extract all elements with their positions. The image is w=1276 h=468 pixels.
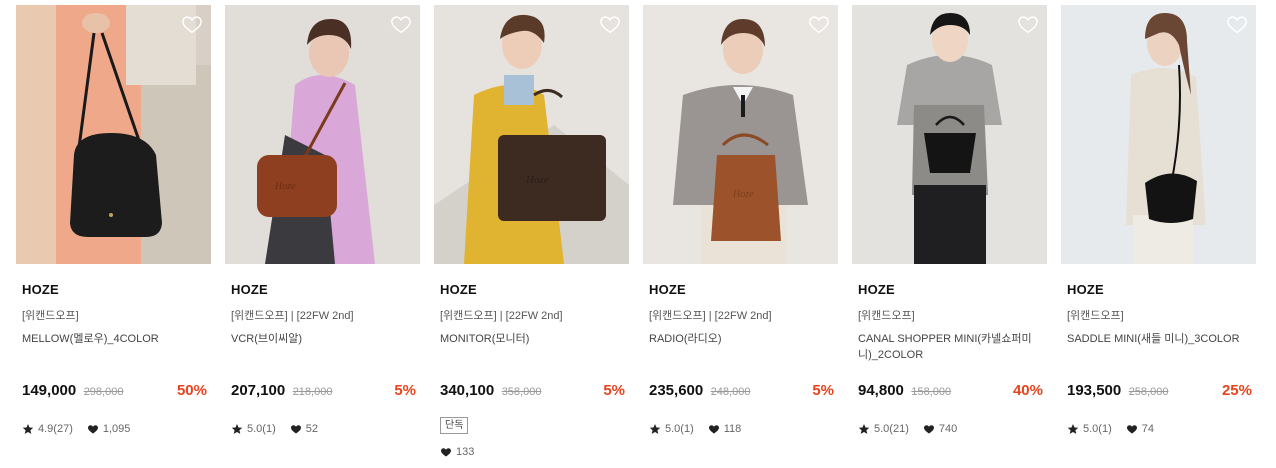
heart-icon — [708, 423, 720, 435]
price-row: 340,100 358,000 5% — [440, 382, 625, 402]
brand-name: HOZE — [440, 282, 477, 297]
rating-text: 5.0(1) — [247, 423, 276, 435]
bag-logo: Hoze — [274, 181, 296, 192]
sale-price: 193,500 — [1067, 382, 1122, 399]
heart-icon — [1126, 423, 1138, 435]
product-photo — [852, 5, 1047, 264]
product-stats: 133 — [440, 446, 474, 458]
discount-rate: 5% — [394, 382, 416, 399]
wishlist-heart-icon[interactable] — [1226, 13, 1248, 35]
heart-icon — [290, 423, 302, 435]
brand-name: HOZE — [858, 282, 895, 297]
brand-name: HOZE — [649, 282, 686, 297]
product-image[interactable] — [1061, 5, 1256, 264]
sale-price: 340,100 — [440, 382, 495, 399]
sale-price: 235,600 — [649, 382, 704, 399]
promo-tag: [위캔드오프] — [22, 310, 79, 322]
product-card[interactable]: HOZE [위캔드오프] CANAL SHOPPER MINI(카넬쇼퍼미니)_… — [852, 5, 1047, 465]
rating-text: 5.0(21) — [874, 423, 909, 435]
wishlist-heart-icon[interactable] — [181, 13, 203, 35]
wishlist-heart-icon[interactable] — [1017, 13, 1039, 35]
like-count: 52 — [305, 423, 318, 435]
promo-tag: [위캔드오프] — [1067, 310, 1124, 322]
product-image[interactable] — [852, 5, 1047, 264]
wishlist-heart-icon[interactable] — [599, 13, 621, 35]
brand-name: HOZE — [1067, 282, 1104, 297]
rating-text: 4.9(27) — [38, 423, 73, 435]
sale-price: 149,000 — [22, 382, 77, 399]
price-row: 149,000 298,000 50% — [22, 382, 207, 402]
brand-name: HOZE — [22, 282, 59, 297]
product-name[interactable]: SADDLE MINI(새들 미니)_3COLOR — [1067, 331, 1252, 347]
price-row: 207,100 218,000 5% — [231, 382, 416, 402]
product-photo: Hoze — [643, 5, 838, 264]
promo-tag: [위캔드오프] | [22FW 2nd] — [649, 310, 772, 322]
promo-tag: [위캔드오프] | [22FW 2nd] — [231, 310, 354, 322]
product-image[interactable] — [16, 5, 211, 264]
original-price: 218,000 — [292, 386, 333, 398]
discount-rate: 5% — [603, 382, 625, 399]
product-name[interactable]: MELLOW(멜로우)_4COLOR — [22, 331, 207, 347]
product-image[interactable]: Hoze — [643, 5, 838, 264]
promo-tag: [위캔드오프] | [22FW 2nd] — [440, 310, 563, 322]
bag-logo: Hoze — [525, 174, 549, 186]
product-card[interactable]: HOZE [위캔드오프] MELLOW(멜로우)_4COLOR 149,000 … — [16, 5, 211, 465]
bag-logo: Hoze — [732, 189, 754, 200]
product-name[interactable]: CANAL SHOPPER MINI(카넬쇼퍼미니)_2COLOR — [858, 331, 1043, 363]
product-stats: 5.0(1) 118 — [649, 423, 741, 435]
discount-rate: 50% — [176, 382, 207, 399]
rating-text: 5.0(1) — [1083, 423, 1112, 435]
price-row: 235,600 248,000 5% — [649, 382, 834, 402]
like-count: 133 — [456, 446, 475, 458]
discount-rate: 25% — [1221, 382, 1252, 399]
original-price: 258,000 — [1128, 386, 1169, 398]
product-stats: 4.9(27) 1,095 — [22, 423, 130, 435]
product-card[interactable]: Hoze HOZE [위캔드오프] | [22FW 2nd] VCR(브이씨알)… — [225, 5, 420, 465]
rating-text: 5.0(1) — [665, 423, 694, 435]
price-row: 193,500 258,000 25% — [1067, 382, 1252, 402]
product-name[interactable]: MONITOR(모니터) — [440, 331, 625, 347]
star-icon — [22, 423, 34, 435]
product-image[interactable]: Hoze — [434, 5, 629, 264]
star-icon — [858, 423, 870, 435]
product-name[interactable]: VCR(브이씨알) — [231, 331, 416, 347]
product-photo: Hoze — [225, 5, 420, 264]
heart-icon — [87, 423, 99, 435]
original-price: 298,000 — [83, 386, 124, 398]
product-grid: HOZE [위캔드오프] MELLOW(멜로우)_4COLOR 149,000 … — [16, 5, 1256, 465]
like-count: 740 — [938, 423, 958, 435]
original-price: 358,000 — [501, 386, 542, 398]
product-card[interactable]: Hoze HOZE [위캔드오프] | [22FW 2nd] RADIO(라디오… — [643, 5, 838, 465]
star-icon — [649, 423, 661, 435]
wishlist-heart-icon[interactable] — [390, 13, 412, 35]
original-price: 248,000 — [710, 386, 751, 398]
promo-tag: [위캔드오프] — [858, 310, 915, 322]
discount-rate: 5% — [812, 382, 834, 399]
heart-icon — [440, 446, 452, 458]
brand-name: HOZE — [231, 282, 268, 297]
star-icon — [231, 423, 243, 435]
discount-rate: 40% — [1012, 382, 1043, 399]
product-name[interactable]: RADIO(라디오) — [649, 331, 834, 347]
product-image[interactable]: Hoze — [225, 5, 420, 264]
like-count: 74 — [1141, 423, 1154, 435]
product-stats: 5.0(21) 740 — [858, 423, 957, 435]
product-stats: 5.0(1) 74 — [1067, 423, 1154, 435]
like-count: 1,095 — [102, 423, 131, 435]
exclusive-badge: 단독 — [440, 417, 469, 434]
product-photo: Hoze — [434, 5, 629, 264]
price-row: 94,800 158,000 40% — [858, 382, 1043, 402]
sale-price: 207,100 — [231, 382, 286, 399]
product-card[interactable]: HOZE [위캔드오프] SADDLE MINI(새들 미니)_3COLOR 1… — [1061, 5, 1256, 465]
like-count: 118 — [723, 423, 742, 435]
heart-icon — [923, 423, 935, 435]
sale-price: 94,800 — [858, 382, 904, 399]
original-price: 158,000 — [911, 386, 952, 398]
product-photo — [16, 5, 211, 264]
wishlist-heart-icon[interactable] — [808, 13, 830, 35]
product-photo — [1061, 5, 1256, 264]
product-card[interactable]: Hoze HOZE [위캔드오프] | [22FW 2nd] MONITOR(모… — [434, 5, 629, 465]
star-icon — [1067, 423, 1079, 435]
product-stats: 5.0(1) 52 — [231, 423, 318, 435]
